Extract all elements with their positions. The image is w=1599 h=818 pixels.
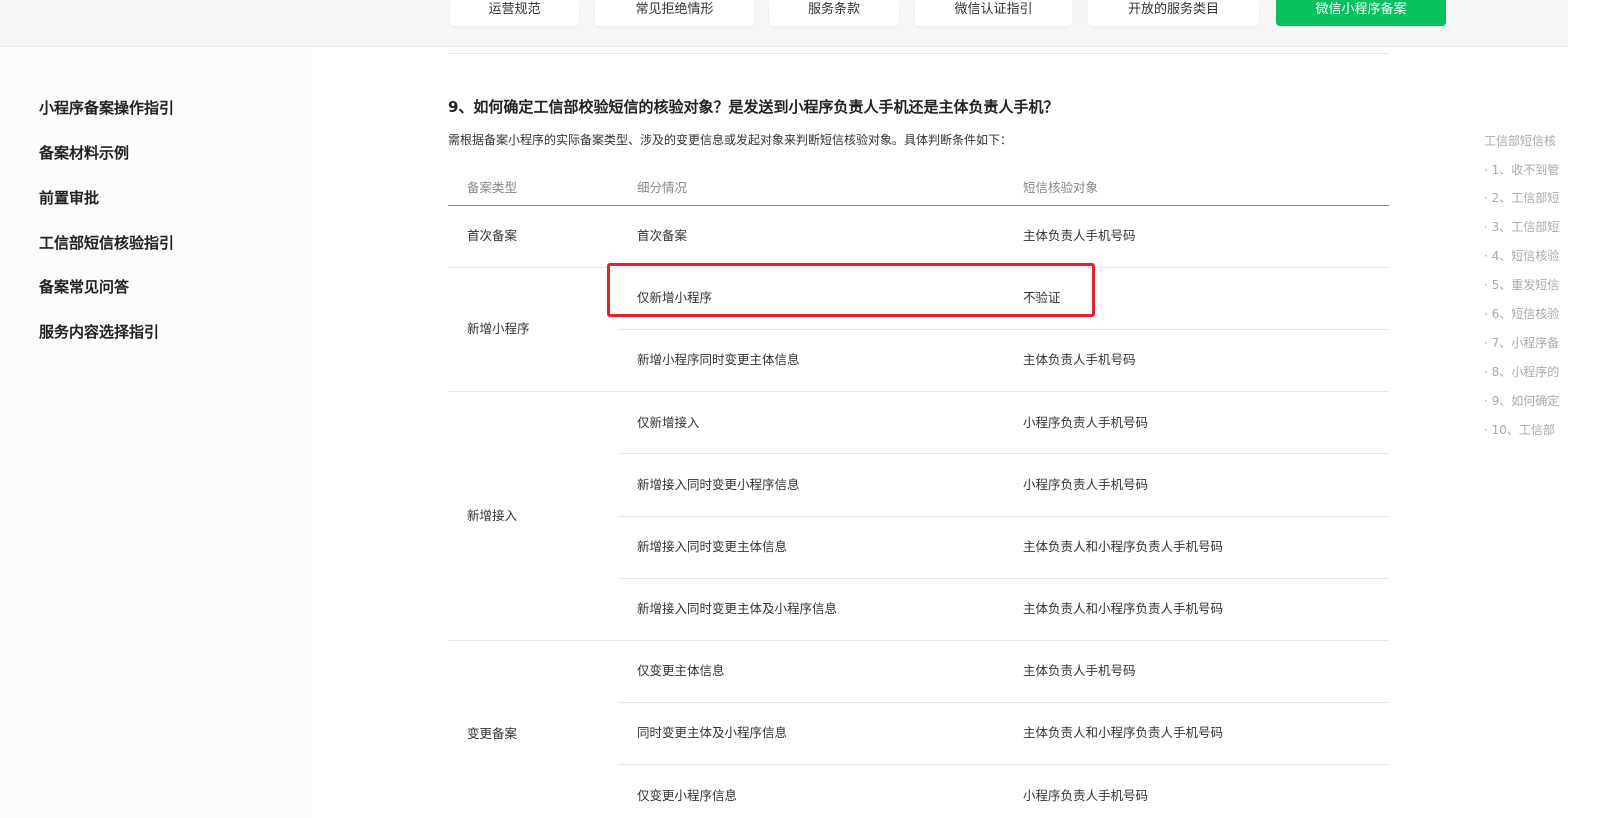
toc-item[interactable]: · 6、短信核验 [1484,305,1559,322]
toc-item[interactable]: · 1、收不到管 [1484,161,1559,178]
table-cell-detail: 仅变更主体信息 [637,663,725,678]
table-cell-target: 小程序负责人手机号码 [1023,788,1149,803]
table-cell-detail: 新增接入同时变更小程序信息 [637,477,800,492]
row-divider [448,391,1389,392]
toc-item[interactable]: · 3、工信部短 [1484,218,1559,235]
table-cell-target: 主体负责人和小程序负责人手机号码 [1023,539,1224,554]
row-divider [448,640,1389,641]
question-description: 需根据备案小程序的实际备案类型、涉及的变更信息或发起对象来判断短信核验对象。具体… [448,133,1013,147]
table-cell-type: 首次备案 [467,228,518,243]
table-cell-target: 主体负责人和小程序负责人手机号码 [1023,601,1224,616]
sidebar-item-material-examples[interactable]: 备案材料示例 [39,142,129,163]
tab-wechat-certification[interactable]: 微信认证指引 [915,0,1072,26]
toc-item[interactable]: · 8、小程序的 [1484,363,1559,380]
table-cell-detail: 仅变更小程序信息 [637,788,738,803]
toc-item[interactable]: · 2、工信部短 [1484,189,1559,206]
question-title: 9、如何确定工信部校验短信的核验对象？是发送到小程序负责人手机还是主体负责人手机… [448,98,1059,116]
table-cell-detail: 首次备案 [637,228,688,243]
table-cell-detail: 新增接入同时变更主体信息 [637,539,788,554]
table-header-type: 备案类型 [467,180,518,195]
content-divider [448,53,1389,54]
toc-item[interactable]: · 5、重发短信 [1484,276,1559,293]
tab-service-terms[interactable]: 服务条款 [769,0,899,26]
table-cell-target: 小程序负责人手机号码 [1023,477,1149,492]
table-cell-target: 小程序负责人手机号码 [1023,415,1149,430]
table-cell-type: 变更备案 [467,726,518,741]
table-cell-target: 主体负责人和小程序负责人手机号码 [1023,725,1224,740]
top-nav-bar: 运营规范 常见拒绝情形 服务条款 微信认证指引 开放的服务类目 微信小程序备案 [0,0,1599,47]
table-cell-detail: 新增小程序同时变更主体信息 [637,352,800,367]
table-cell-detail: 新增接入同时变更主体及小程序信息 [637,601,838,616]
table-header-detail: 细分情况 [637,180,688,195]
sidebar-item-pre-approval[interactable]: 前置审批 [39,187,99,208]
sidebar-item-sms-verification[interactable]: 工信部短信核验指引 [39,232,174,253]
sidebar-item-faq[interactable]: 备案常见问答 [39,276,129,297]
table-cell-detail: 仅新增接入 [637,415,700,430]
table-cell-target: 主体负责人手机号码 [1023,228,1136,243]
toc-title: 工信部短信核 [1484,134,1557,148]
table-cell-target: 主体负责人手机号码 [1023,352,1136,367]
toc-item[interactable]: · 9、如何确定 [1484,392,1559,409]
row-divider [618,453,1389,454]
toc-item[interactable]: · 7、小程序备 [1484,334,1559,351]
toc-item[interactable]: · 4、短信核验 [1484,247,1559,264]
tab-common-rejections[interactable]: 常见拒绝情形 [595,0,754,26]
row-divider [618,329,1389,330]
tab-miniprogram-filing[interactable]: 微信小程序备案 [1276,0,1446,26]
sidebar-item-service-content-guide[interactable]: 服务内容选择指引 [39,321,159,342]
highlight-annotation-box [607,263,1095,317]
table-cell-target: 主体负责人手机号码 [1023,663,1136,678]
sidebar-item-filing-guide[interactable]: 小程序备案操作指引 [39,97,174,118]
sidebar: 小程序备案操作指引 备案材料示例 前置审批 工信部短信核验指引 备案常见问答 服… [0,47,313,818]
table-cell-type: 新增小程序 [467,321,530,336]
row-divider [618,578,1389,579]
toc-item[interactable]: · 10、工信部 [1484,421,1555,438]
row-divider [618,516,1389,517]
table-header-divider [448,205,1389,206]
viewport-edge [1568,0,1599,818]
tab-operation-rules[interactable]: 运营规范 [450,0,579,26]
table-cell-type: 新增接入 [467,508,518,523]
tab-open-service-categories[interactable]: 开放的服务类目 [1088,0,1259,26]
table-header-target: 短信核验对象 [1023,180,1099,195]
row-divider [618,702,1389,703]
table-cell-detail: 同时变更主体及小程序信息 [637,725,788,740]
row-divider [618,764,1389,765]
